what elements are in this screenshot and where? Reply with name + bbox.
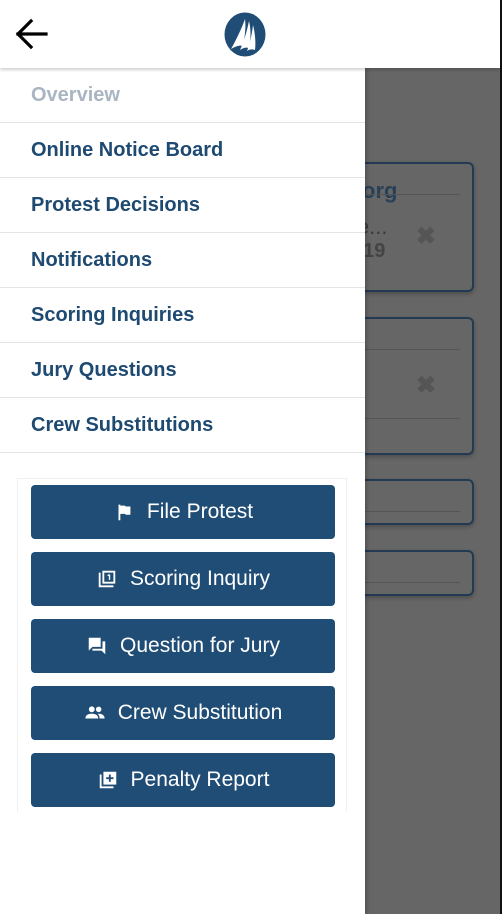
arrow-left-icon <box>15 18 48 50</box>
nav-item-overview: Overview <box>0 68 365 123</box>
people-icon <box>84 702 106 724</box>
question-for-jury-label: Question for Jury <box>120 634 280 657</box>
crew-substitution-label: Crew Substitution <box>117 701 283 724</box>
library-add-icon <box>97 769 119 791</box>
scoring-inquiry-button[interactable]: Scoring Inquiry <box>31 552 335 606</box>
penalty-report-button[interactable]: Penalty Report <box>31 753 335 807</box>
forum-icon <box>86 635 108 657</box>
nav-item-jury-questions[interactable]: Jury Questions <box>0 343 365 398</box>
back-button[interactable] <box>14 17 50 51</box>
crew-substitution-button[interactable]: Crew Substitution <box>31 686 335 740</box>
action-panel: File Protest Scoring Inquiry Question fo… <box>17 478 347 812</box>
file-protest-button[interactable]: File Protest <box>31 485 335 539</box>
filter-1-icon <box>96 568 118 590</box>
file-protest-label: File Protest <box>146 500 254 523</box>
nav-item-scoring-inquiries[interactable]: Scoring Inquiries <box>0 288 365 343</box>
penalty-report-label: Penalty Report <box>130 768 270 791</box>
sailboat-logo[interactable] <box>224 12 266 57</box>
navigation-drawer: Overview Online Notice Board Protest Dec… <box>0 68 365 914</box>
sailboat-logo-icon <box>224 12 266 57</box>
flag-icon <box>113 501 135 523</box>
nav-item-crew-substitutions[interactable]: Crew Substitutions <box>0 398 365 453</box>
nav-item-notifications[interactable]: Notifications <box>0 233 365 288</box>
close-icon: ✖ <box>415 372 436 399</box>
nav-item-protest-decisions[interactable]: Protest Decisions <box>0 178 365 233</box>
question-for-jury-button[interactable]: Question for Jury <box>31 619 335 673</box>
scoring-inquiry-label: Scoring Inquiry <box>129 567 271 590</box>
app-bar <box>0 0 500 68</box>
nav-item-online-notice-board[interactable]: Online Notice Board <box>0 123 365 178</box>
close-icon: ✖ <box>415 223 436 250</box>
